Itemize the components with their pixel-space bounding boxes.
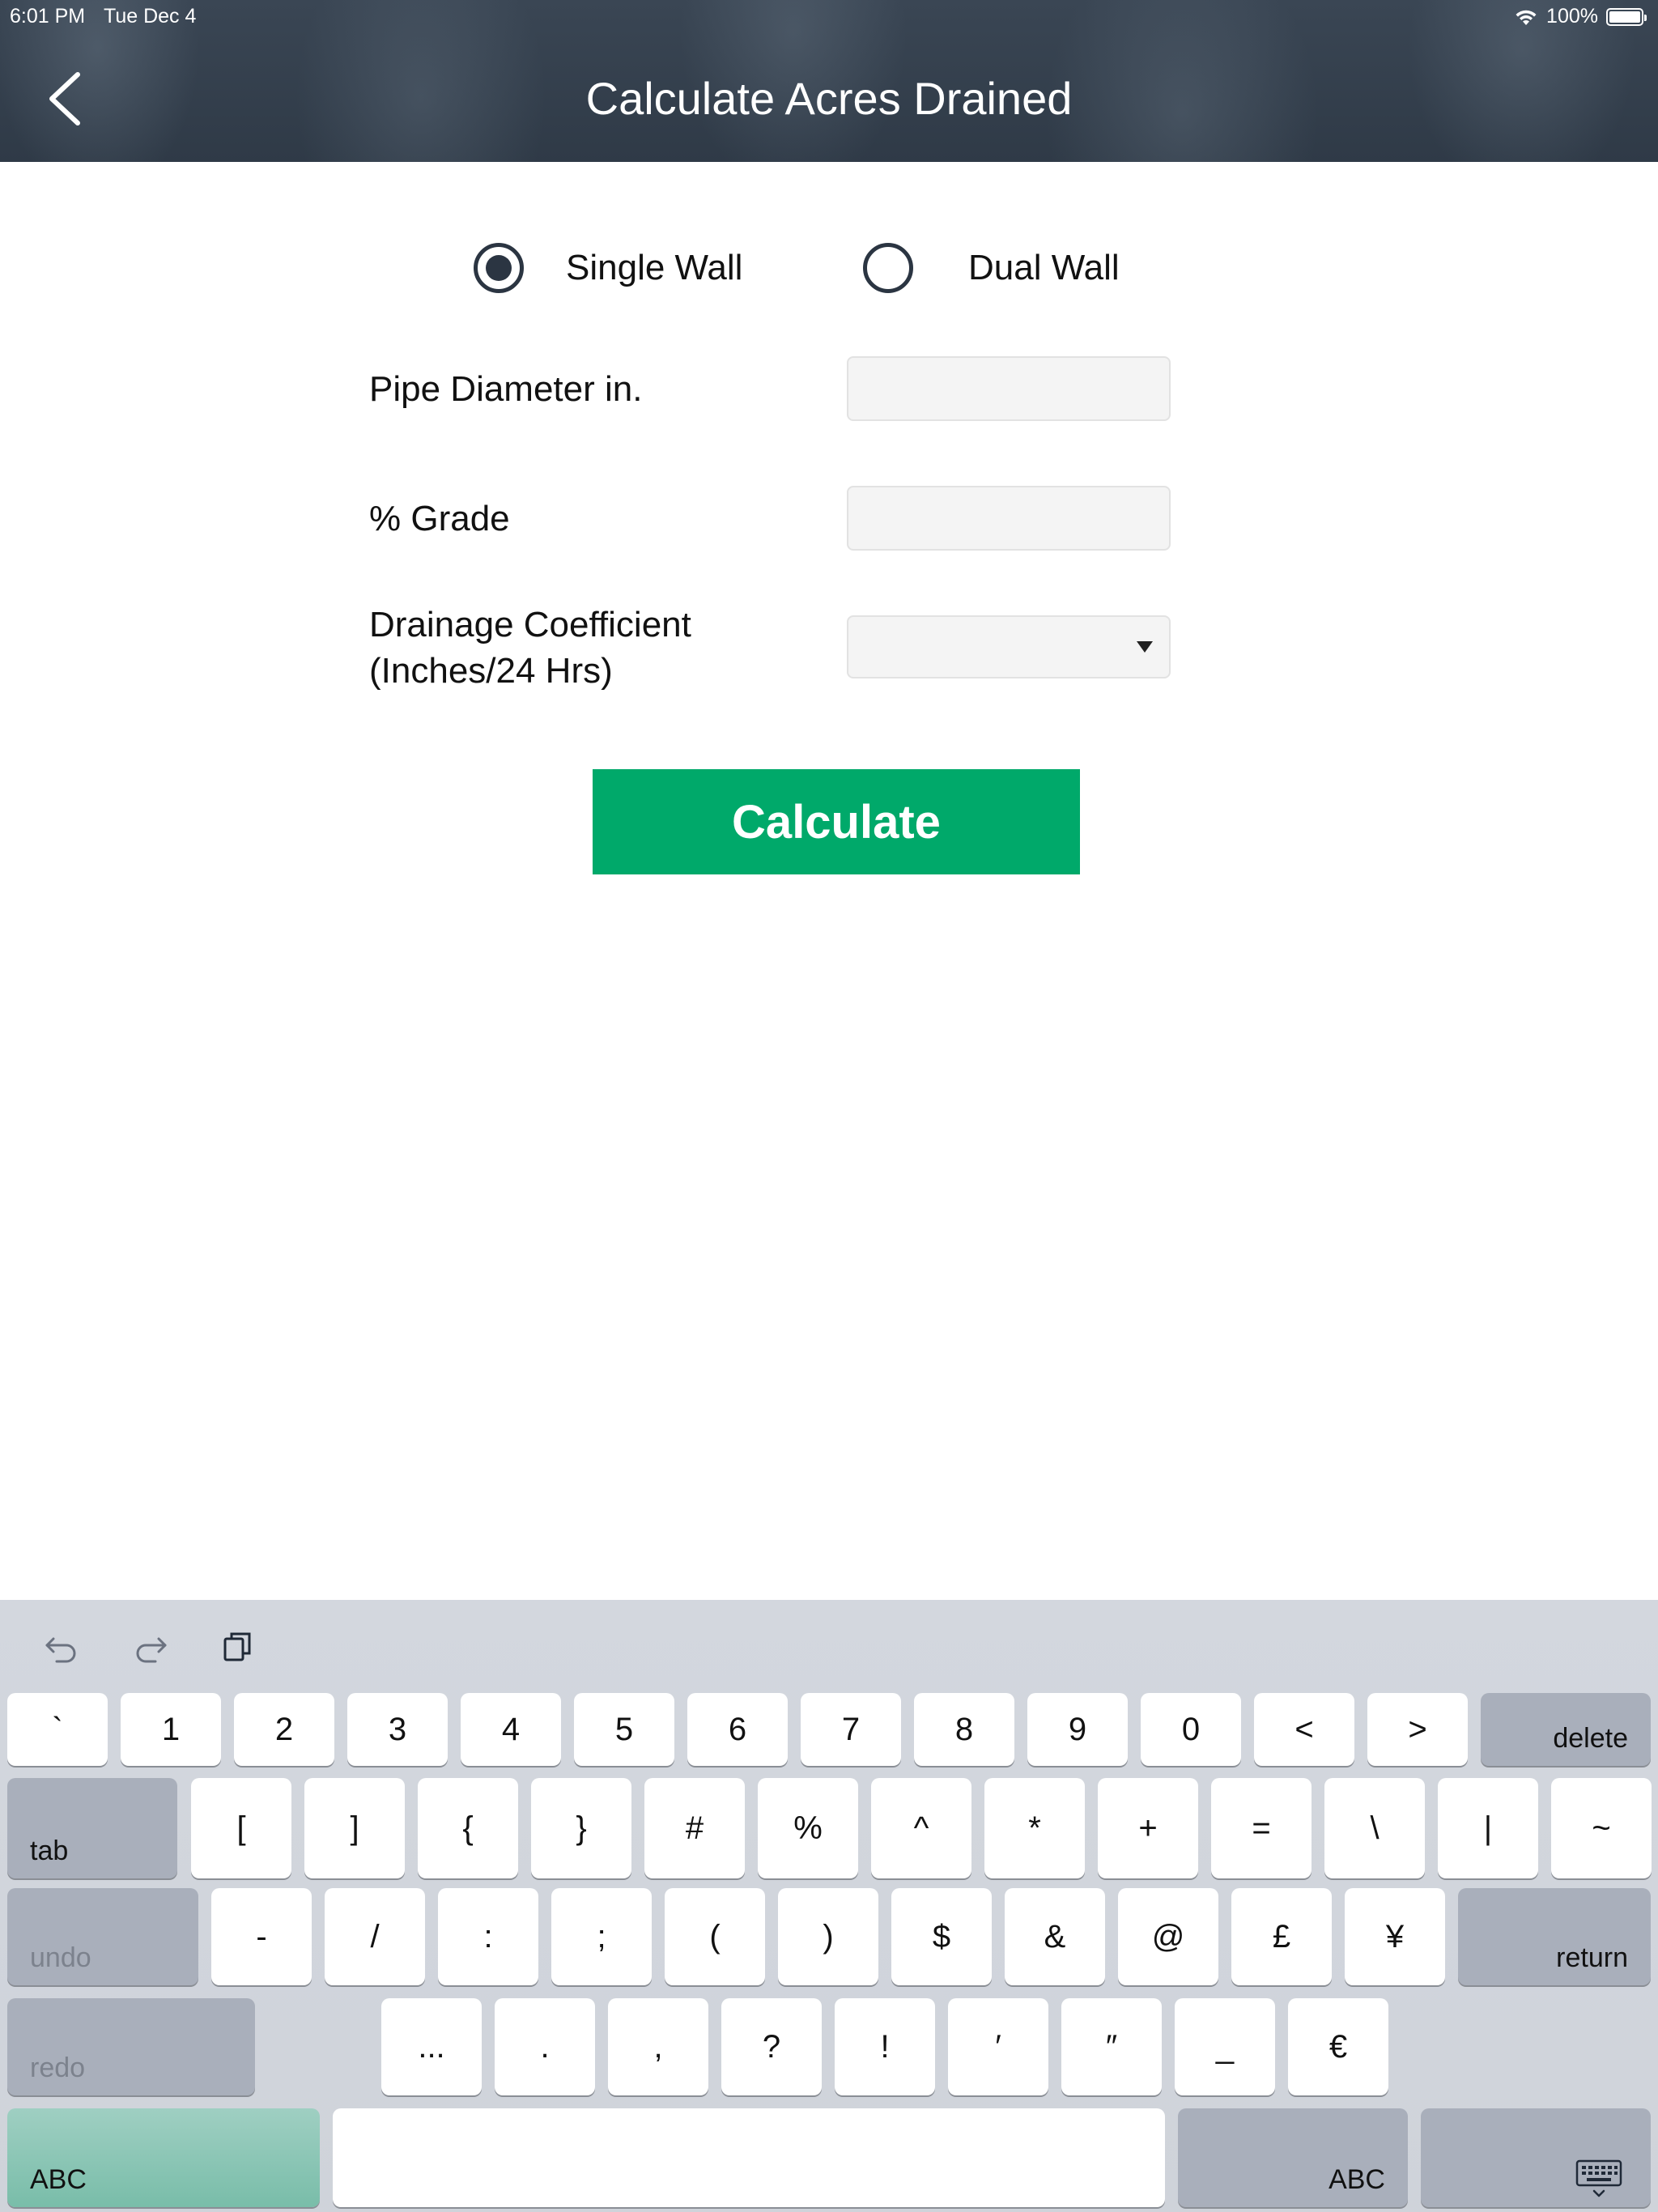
page-title: Calculate Acres Drained (0, 70, 1658, 128)
key[interactable]: 2 (234, 1693, 334, 1766)
key[interactable]: ... (381, 1998, 482, 2095)
key[interactable]: 0 (1141, 1693, 1241, 1766)
paste-icon[interactable] (219, 1627, 257, 1666)
key[interactable]: 6 (687, 1693, 788, 1766)
dismiss-keyboard-key[interactable] (1421, 2108, 1651, 2207)
key[interactable]: > (1367, 1693, 1468, 1766)
wifi-icon (1516, 10, 1537, 25)
grade-label: % Grade (369, 499, 510, 538)
key[interactable]: 7 (801, 1693, 901, 1766)
single-wall-radio[interactable] (474, 243, 524, 293)
key[interactable]: { (418, 1778, 518, 1878)
navigation-header: 6:01 PM Tue Dec 4 100% Calculate Acres D… (0, 0, 1658, 162)
dual-wall-radio[interactable] (863, 243, 913, 293)
pipe-diameter-input[interactable] (847, 356, 1171, 421)
status-bar: 6:01 PM Tue Dec 4 100% (0, 0, 1658, 32)
key[interactable]: ( (665, 1888, 765, 1985)
delete-key[interactable]: delete (1481, 1693, 1651, 1766)
key[interactable]: £ (1231, 1888, 1332, 1985)
key[interactable]: } (531, 1778, 631, 1878)
key[interactable]: ] (304, 1778, 405, 1878)
key[interactable]: # (644, 1778, 745, 1878)
key[interactable]: + (1098, 1778, 1198, 1878)
key[interactable]: % (758, 1778, 858, 1878)
page-title-text: Calculate Acres Drained (585, 73, 1073, 124)
key[interactable]: < (1254, 1693, 1354, 1766)
key[interactable]: [ (191, 1778, 291, 1878)
wall-type-radio-group: Single Wall Dual Wall (0, 235, 1658, 300)
status-time: 6:01 PM (10, 5, 86, 28)
key[interactable]: 8 (914, 1693, 1014, 1766)
keyboard-dismiss-icon (1575, 2159, 1622, 2197)
keyboard-shortcut-bar (0, 1600, 1658, 1687)
space-bar[interactable] (333, 2108, 1165, 2207)
grade-input[interactable] (847, 486, 1171, 551)
key[interactable]: , (608, 1998, 708, 2095)
key[interactable]: ¥ (1345, 1888, 1445, 1985)
redo-key[interactable]: redo (7, 1998, 255, 2095)
key[interactable]: | (1438, 1778, 1538, 1878)
drainage-label-line1: Drainage Coefficient (369, 605, 691, 644)
tab-key[interactable]: tab (7, 1778, 177, 1878)
key[interactable]: 5 (574, 1693, 674, 1766)
key[interactable]: ) (778, 1888, 878, 1985)
key[interactable]: - (211, 1888, 312, 1985)
dual-wall-label[interactable]: Dual Wall (968, 245, 1120, 291)
key[interactable]: ! (835, 1998, 935, 2095)
key[interactable]: & (1005, 1888, 1105, 1985)
key[interactable]: ~ (1551, 1778, 1652, 1878)
key[interactable]: $ (891, 1888, 992, 1985)
dropdown-arrow-icon (1137, 641, 1153, 653)
key[interactable]: : (438, 1888, 538, 1985)
status-right: 100% (1514, 5, 1647, 28)
key[interactable]: _ (1175, 1998, 1275, 2095)
key[interactable]: ″ (1061, 1998, 1162, 2095)
battery-icon (1606, 7, 1647, 26)
key[interactable]: ′ (948, 1998, 1048, 2095)
key[interactable]: ` (7, 1693, 108, 1766)
single-wall-label[interactable]: Single Wall (566, 245, 742, 291)
key[interactable]: 4 (461, 1693, 561, 1766)
radio-selected-dot (486, 255, 512, 281)
redo-icon[interactable] (131, 1627, 170, 1666)
key[interactable]: € (1288, 1998, 1388, 2095)
undo-icon[interactable] (42, 1627, 81, 1666)
abc-key-right[interactable]: ABC (1178, 2108, 1408, 2207)
key[interactable]: / (325, 1888, 425, 1985)
key[interactable]: * (984, 1778, 1085, 1878)
abc-key-left[interactable]: ABC (7, 2108, 320, 2207)
status-date: Tue Dec 4 (104, 5, 197, 28)
key[interactable]: . (495, 1998, 595, 2095)
key[interactable]: \ (1324, 1778, 1425, 1878)
key[interactable]: ? (721, 1998, 822, 2095)
drainage-coefficient-select[interactable] (847, 615, 1171, 678)
calculate-button[interactable]: Calculate (593, 769, 1080, 874)
key[interactable]: 1 (121, 1693, 221, 1766)
key[interactable]: ; (551, 1888, 652, 1985)
key[interactable]: = (1211, 1778, 1312, 1878)
undo-key[interactable]: undo (7, 1888, 198, 1985)
battery-percent: 100% (1546, 5, 1598, 28)
pipe-diameter-label: Pipe Diameter in. (369, 369, 643, 409)
key[interactable]: 3 (347, 1693, 448, 1766)
key[interactable]: @ (1118, 1888, 1218, 1985)
return-key[interactable]: return (1458, 1888, 1651, 1985)
key[interactable]: 9 (1027, 1693, 1128, 1766)
key[interactable]: ^ (871, 1778, 971, 1878)
drainage-label-line2: (Inches/24 Hrs) (369, 651, 613, 691)
